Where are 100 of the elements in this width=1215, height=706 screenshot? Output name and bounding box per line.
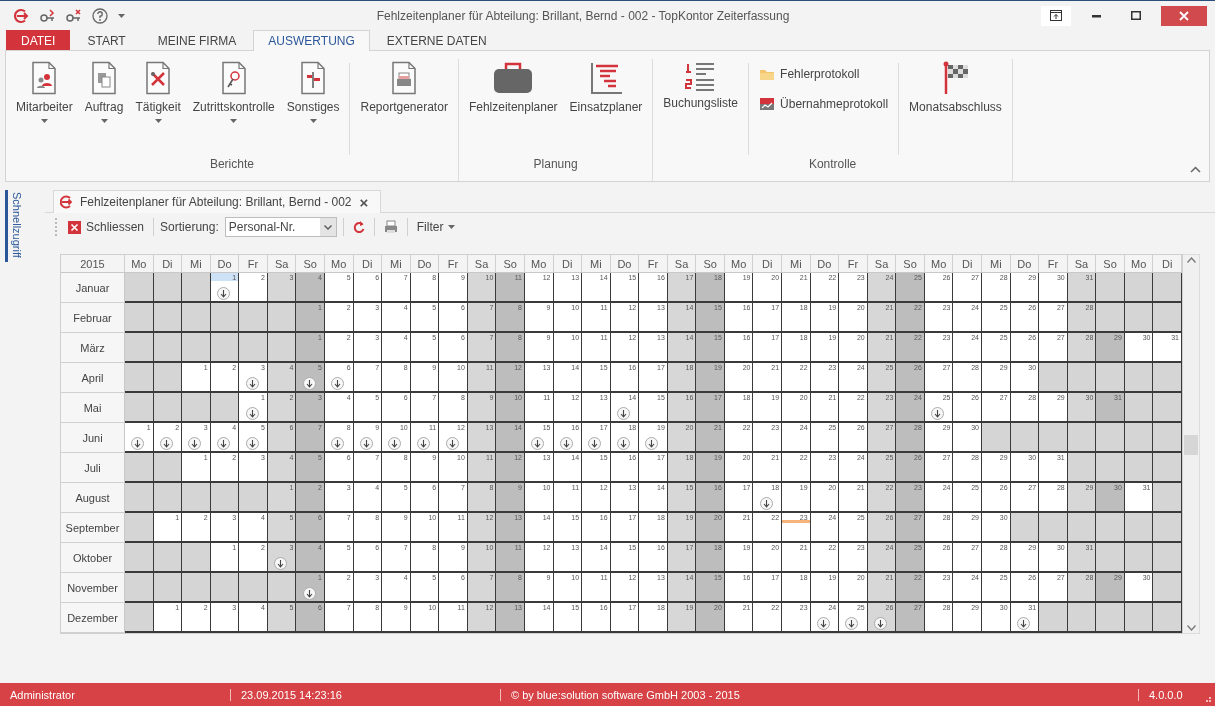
weekday-header: Mo bbox=[324, 255, 354, 273]
status-text: 4.0.0.0 bbox=[1138, 688, 1198, 701]
status-text: 23.09.2015 14:23:16 bbox=[230, 688, 500, 701]
weekday-header: Sa bbox=[467, 255, 497, 273]
close-button[interactable] bbox=[1161, 5, 1207, 26]
ribbon-button[interactable]: Reportgenerator bbox=[354, 59, 454, 116]
weekday-header: Do bbox=[410, 255, 440, 273]
month-label: August bbox=[61, 483, 125, 513]
close-icon bbox=[1179, 10, 1189, 21]
minimize-icon bbox=[1091, 13, 1101, 18]
pin-button[interactable] bbox=[1041, 5, 1071, 26]
month-label: Februar bbox=[61, 303, 125, 333]
weekday-header: Mi bbox=[982, 255, 1011, 273]
weekday-header: So bbox=[296, 255, 325, 273]
refresh-icon bbox=[352, 220, 365, 234]
filter-caret-icon bbox=[448, 225, 456, 229]
dropdown-caret-icon bbox=[309, 119, 317, 123]
close-square-icon bbox=[68, 220, 81, 234]
weekday-header: Di bbox=[953, 255, 982, 273]
month-label: Juli bbox=[61, 453, 125, 483]
month-label: April bbox=[61, 363, 125, 393]
printer-icon bbox=[383, 220, 398, 234]
ribbon-tab[interactable]: START bbox=[72, 30, 141, 50]
filter-button[interactable]: Filter bbox=[413, 218, 459, 236]
month-label: Juni bbox=[61, 423, 125, 453]
scroll-down-icon[interactable] bbox=[1186, 625, 1196, 631]
weekday-header: Do bbox=[1010, 255, 1040, 273]
weekday-header: So bbox=[1096, 255, 1125, 273]
customize-caret-icon bbox=[118, 13, 125, 18]
key-add-icon[interactable] bbox=[40, 8, 56, 23]
month-label: März bbox=[61, 333, 125, 363]
weekday-header: Fr bbox=[439, 255, 468, 273]
file-tab[interactable]: DATEI bbox=[6, 30, 71, 50]
weekday-header: Sa bbox=[867, 255, 897, 273]
weekday-header: Do bbox=[210, 255, 240, 273]
ribbon-tab[interactable]: EXTERNE DATEN bbox=[371, 30, 502, 50]
weekday-header: Do bbox=[810, 255, 840, 273]
weekday-header: Fr bbox=[239, 255, 268, 273]
collapse-ribbon-icon[interactable] bbox=[1190, 166, 1201, 173]
sort-select[interactable]: Personal-Nr. bbox=[224, 217, 337, 237]
quick-access-tab[interactable]: Schnellzugriff bbox=[5, 190, 23, 262]
weekday-header: Sa bbox=[667, 255, 697, 273]
month-label: November bbox=[61, 573, 125, 603]
tab-close-button[interactable]: × bbox=[357, 194, 371, 210]
ribbon-button[interactable]: Monatsabschluss bbox=[903, 59, 1008, 116]
close-document-button[interactable]: Schliessen bbox=[65, 218, 148, 236]
dropdown-caret-icon bbox=[100, 119, 108, 123]
ribbon-button[interactable]: Einsatzplaner bbox=[563, 59, 649, 116]
document-tab[interactable]: Fehlzeitenplaner für Abteilung: Brillant, Bernd - 002 × bbox=[53, 190, 382, 213]
resize-grip-icon bbox=[1206, 697, 1211, 702]
weekday-header: Mi bbox=[782, 255, 811, 273]
weekday-header: Fr bbox=[839, 255, 868, 273]
numbered-list-icon bbox=[684, 61, 717, 91]
ribbon-dropdown-button[interactable]: Auftrag bbox=[78, 59, 130, 125]
folder-icon bbox=[759, 67, 776, 81]
weekday-header: Fr bbox=[1039, 255, 1068, 273]
weekday-header: So bbox=[496, 255, 525, 273]
scroll-up-icon[interactable] bbox=[1186, 257, 1196, 263]
weekday-header: Mo bbox=[1124, 255, 1154, 273]
document-tab-title: Fehlzeitenplaner für Abteilung: Brillant, Bernd - 002 bbox=[80, 195, 352, 209]
month-label: Januar bbox=[61, 273, 125, 303]
ribbon-group-label: Kontrolle bbox=[808, 157, 857, 171]
ribbon-group-label: Planung bbox=[533, 157, 578, 171]
weekday-header: Do bbox=[610, 255, 640, 273]
month-label: Oktober bbox=[61, 543, 125, 573]
dropdown-caret-icon bbox=[154, 119, 162, 123]
ribbon-dropdown-button[interactable]: Tätigkeit bbox=[129, 59, 187, 125]
weekday-header: Mi bbox=[582, 255, 611, 273]
weekday-header: Di bbox=[553, 255, 583, 273]
help-icon[interactable] bbox=[92, 7, 108, 24]
ribbon-dropdown-button[interactable]: Sonstiges bbox=[280, 59, 346, 125]
pin-window-icon bbox=[1050, 10, 1062, 21]
ribbon-dropdown-button[interactable]: Mitarbeiter bbox=[10, 59, 79, 125]
down-arrow-icon bbox=[645, 437, 659, 450]
ribbon-dropdown-button[interactable]: Zutrittskontrolle bbox=[186, 59, 281, 125]
down-arrow-icon bbox=[445, 437, 459, 450]
weekday-header: Sa bbox=[267, 255, 297, 273]
key-remove-icon[interactable] bbox=[66, 8, 82, 23]
scrollbar[interactable] bbox=[1183, 254, 1200, 634]
logo-icon bbox=[60, 195, 74, 209]
logo-icon bbox=[14, 7, 30, 24]
scroll-thumb[interactable] bbox=[1184, 435, 1198, 455]
month-label: Mai bbox=[61, 393, 125, 423]
weekday-header: Mo bbox=[524, 255, 554, 273]
weekday-header: Fr bbox=[639, 255, 668, 273]
ribbon-button[interactable]: Buchungsliste bbox=[657, 59, 745, 112]
ribbon-small-button[interactable]: Übernahmeprotokoll bbox=[753, 95, 895, 113]
ribbon-tab[interactable]: MEINE FIRMA bbox=[142, 30, 252, 50]
ribbon-button[interactable]: Fehlzeitenplaner bbox=[462, 59, 564, 116]
weekday-header: Di bbox=[753, 255, 783, 273]
status-text: © by blue:solution software GmbH 2003 - 2015 bbox=[500, 688, 1138, 701]
ribbon-tab[interactable]: AUSWERTUNG bbox=[253, 30, 370, 51]
weekday-header: Mo bbox=[924, 255, 954, 273]
weekday-header: So bbox=[696, 255, 725, 273]
weekday-header: Di bbox=[153, 255, 183, 273]
month-label: September bbox=[61, 513, 125, 543]
weekday-header: Mo bbox=[125, 255, 154, 273]
ribbon-group-label: Berichte bbox=[209, 157, 254, 171]
window-title: Fehlzeitenplaner für Abteilung: Brillant, Bernd - 002 - TopKontor Zeiterfassung bbox=[375, 8, 791, 23]
ribbon-small-button[interactable]: Fehlerprotokoll bbox=[753, 65, 895, 83]
